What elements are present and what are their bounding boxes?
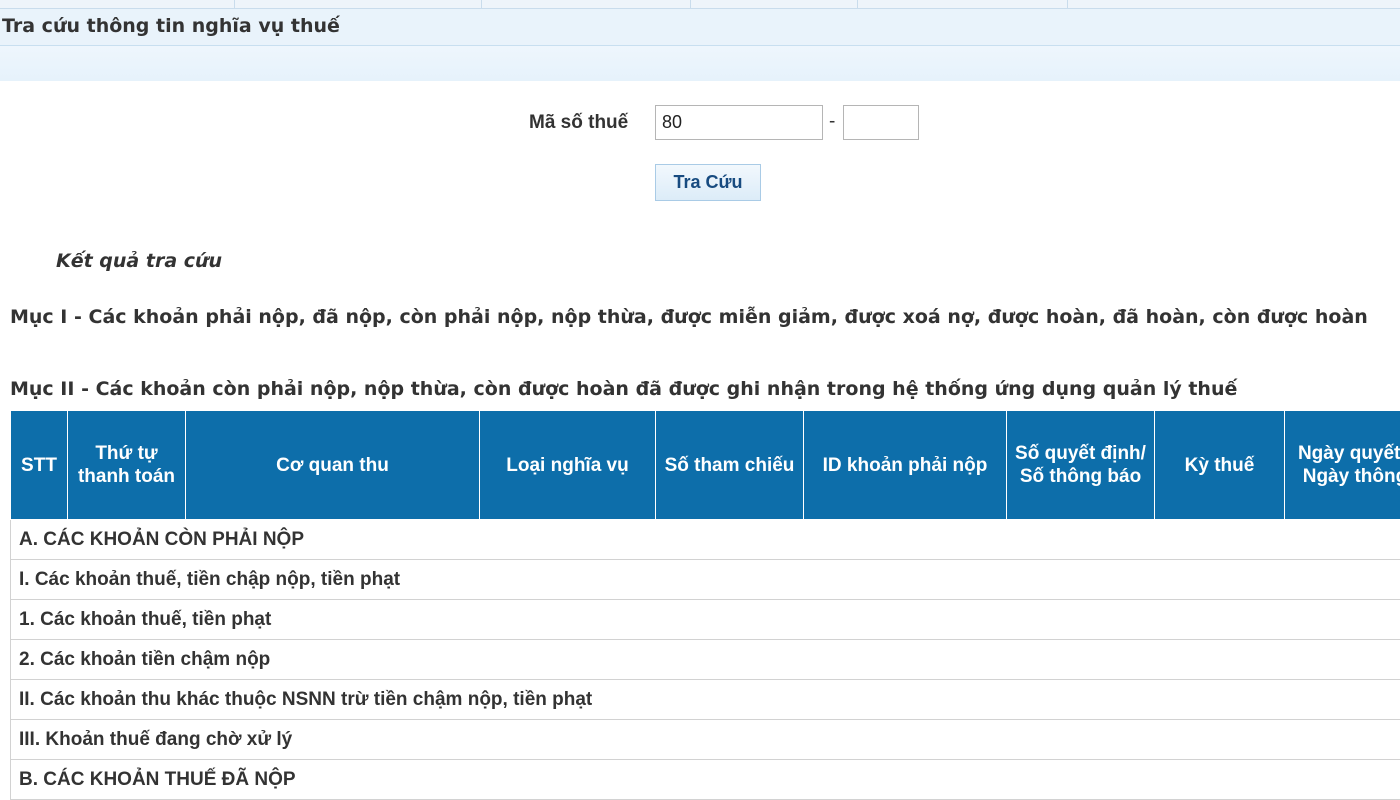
header-collecting-agency: Cơ quan thu	[185, 410, 480, 520]
section-row-label: I. Các khoản thuế, tiền chập nộp, tiền p…	[10, 559, 1400, 600]
section-1-heading: Mục I - Các khoản phải nộp, đã nộp, còn …	[10, 306, 1368, 328]
section-row-label: B. CÁC KHOẢN THUẾ ĐÃ NỘP	[10, 759, 1400, 800]
section-2-heading: Mục II - Các khoản còn phải nộp, nộp thừ…	[10, 378, 1238, 400]
section-row-label: II. Các khoản thu khác thuộc NSNN trừ ti…	[10, 679, 1400, 720]
table-row: III. Khoản thuế đang chờ xử lý	[10, 719, 1400, 760]
header-payment-order: Thứ tự thanh toán	[67, 410, 186, 520]
table-row: I. Các khoản thuế, tiền chập nộp, tiền p…	[10, 559, 1400, 600]
sub-header-bar	[0, 46, 1400, 81]
tax-code-dash: -	[829, 111, 836, 132]
top-strip-divider	[1067, 0, 1068, 8]
top-strip-divider	[690, 0, 691, 8]
table-row: II. Các khoản thu khác thuộc NSNN trừ ti…	[10, 679, 1400, 720]
result-heading: Kết quả tra cứu	[56, 250, 223, 272]
header-obligation-type: Loại nghĩa vụ	[479, 410, 656, 520]
section-row-label: III. Khoản thuế đang chờ xử lý	[10, 719, 1400, 760]
section-row-label: A. CÁC KHOẢN CÒN PHẢI NỘP	[10, 519, 1400, 560]
tax-obligation-table: STT Thứ tự thanh toán Cơ quan thu Loại n…	[10, 410, 1400, 800]
tax-code-suffix-input[interactable]	[843, 105, 919, 140]
title-bar: Tra cứu thông tin nghĩa vụ thuế	[0, 9, 1400, 46]
top-strip-divider	[481, 0, 482, 8]
tax-code-input[interactable]	[655, 105, 823, 140]
table-header-row: STT Thứ tự thanh toán Cơ quan thu Loại n…	[10, 410, 1400, 520]
table-row: 1. Các khoản thuế, tiền phạt	[10, 599, 1400, 640]
section-row-label: 2. Các khoản tiền chậm nộp	[10, 639, 1400, 680]
section-row-label: 1. Các khoản thuế, tiền phạt	[10, 599, 1400, 640]
tax-code-label: Mã số thuế	[529, 112, 629, 133]
top-strip-divider	[234, 0, 235, 8]
search-button[interactable]: Tra Cứu	[655, 164, 761, 201]
page-title: Tra cứu thông tin nghĩa vụ thuế	[2, 15, 340, 37]
header-decision-date: Ngày quyết định/ Ngày thông báo	[1284, 410, 1400, 520]
table-row: A. CÁC KHOẢN CÒN PHẢI NỘP	[10, 519, 1400, 560]
top-strip	[0, 0, 1400, 9]
header-stt: STT	[10, 410, 68, 520]
table-row: 2. Các khoản tiền chậm nộp	[10, 639, 1400, 680]
header-tax-period: Kỳ thuế	[1154, 410, 1285, 520]
top-strip-divider	[857, 0, 858, 8]
header-reference-number: Số tham chiếu	[655, 410, 804, 520]
header-decision-number: Số quyết định/ Số thông báo	[1006, 410, 1155, 520]
table-row: B. CÁC KHOẢN THUẾ ĐÃ NỘP	[10, 759, 1400, 800]
header-payable-id: ID khoản phải nộp	[803, 410, 1007, 520]
